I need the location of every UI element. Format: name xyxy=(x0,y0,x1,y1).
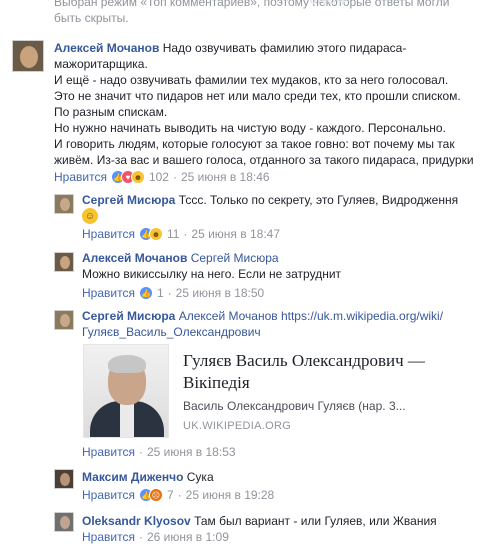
comment-text: Можно викиссылку на него. Если не затруд… xyxy=(82,267,342,281)
avatar[interactable] xyxy=(54,194,74,214)
smile-emoji-icon: ☺ xyxy=(82,208,98,224)
reactions[interactable]: 👍 ♥ ☻ xyxy=(110,170,145,184)
link-preview-title-line1: Гуляєв Василь Олександрович — xyxy=(183,351,425,370)
comment-text: Сука xyxy=(186,470,214,484)
comment-meta: Нравится 👍 1 · 25 июня в 18:50 xyxy=(82,286,265,300)
link-preview-title-line2: Вікіпедія xyxy=(183,373,250,392)
haha-reaction-icon: ☻ xyxy=(148,227,163,241)
comment-3: Алексей Мочанов Сергей Мисюра Можно вики… xyxy=(82,250,492,282)
like-reaction-icon: 👍 xyxy=(138,286,153,300)
reactions[interactable]: 👍 ☹ xyxy=(138,488,163,502)
comment-author[interactable]: Алексей Мочанов xyxy=(54,41,159,55)
haha-reaction-icon: ☻ xyxy=(130,170,145,184)
comment-meta: Нравится · 25 июня в 18:53 xyxy=(82,445,236,459)
comment-timestamp[interactable]: 25 июня в 19:28 xyxy=(186,488,275,502)
comment-text-line: Но нужно начинать выводить на чистую вод… xyxy=(54,121,446,135)
mention-link[interactable]: Алексей Мочанов xyxy=(179,309,278,323)
comment-author[interactable]: Сергей Мисюра xyxy=(82,193,175,207)
reaction-count[interactable]: 11 xyxy=(167,227,179,241)
like-button[interactable]: Нравится xyxy=(82,286,135,300)
comment-4: Сергей Мисюра Алексей Мочанов https://uk… xyxy=(82,308,497,340)
link-preview-title[interactable]: Гуляєв Василь Олександрович — Вікіпедія xyxy=(183,350,483,394)
link-preview-card[interactable]: Гуляєв Василь Олександрович — Вікіпедія … xyxy=(83,344,488,438)
comment-text-line: Надо озвучивать фамилию этого пидараса- xyxy=(162,41,407,55)
reaction-count[interactable]: 1 xyxy=(157,286,164,300)
comment-meta: Нравится 👍 ☹ 7 · 25 июня в 19:28 xyxy=(82,488,275,502)
link-preview-domain: UK.WIKIPEDIA.ORG xyxy=(183,420,292,432)
comment-text: Тссс. Только по секрету, это Гуляев, Вид… xyxy=(178,193,459,207)
comment-timestamp[interactable]: 25 июня в 18:47 xyxy=(191,227,280,241)
comment-meta: Нравится 👍 ☻ 11 · 25 июня в 18:47 xyxy=(82,227,281,241)
avatar[interactable] xyxy=(54,310,74,330)
reaction-count[interactable]: 7 xyxy=(167,488,174,502)
comment-timestamp[interactable]: 25 июня в 18:46 xyxy=(181,170,270,184)
comment-text: Там был вариант - или Гуляев, или Жвания xyxy=(194,514,437,528)
notice-line1: Выбран режим «Топ комментариев», поэтому… xyxy=(54,0,450,9)
comment-text-line: мажоритарщика. xyxy=(54,57,148,71)
link-preview-description: Василь Олександрович Гуляєв (нар. 3... xyxy=(183,399,406,413)
comment-text-line: Это не значит что пидаров нет или мало с… xyxy=(54,89,461,103)
comment-timestamp[interactable]: 25 июня в 18:50 xyxy=(176,286,265,300)
link-preview-thumbnail xyxy=(83,344,169,438)
reaction-count[interactable]: 102 xyxy=(149,170,169,184)
angry-reaction-icon: ☹ xyxy=(148,488,163,502)
comment-2: Сергей Мисюра Тссс. Только по секрету, э… xyxy=(82,192,492,208)
avatar[interactable] xyxy=(54,469,74,489)
reactions[interactable]: 👍 xyxy=(138,286,153,300)
like-button[interactable]: Нравится xyxy=(54,170,107,184)
like-button[interactable]: Нравится xyxy=(82,445,135,459)
notice-line2: быть скрыты. xyxy=(54,11,129,25)
watermark-logo: 0484 xyxy=(309,0,346,8)
comment-timestamp[interactable]: 26 июня в 1:09 xyxy=(147,530,229,544)
comment-author[interactable]: Oleksandr Klyosov xyxy=(82,514,191,528)
comment-meta: Нравится · 26 июня в 1:09 xyxy=(82,530,229,544)
url-link[interactable]: https://uk.m.wikipedia.org/wiki/ xyxy=(281,309,443,323)
top-comments-notice: Выбран режим «Топ комментариев», поэтому… xyxy=(54,0,494,26)
comment-author[interactable]: Алексей Мочанов xyxy=(82,251,187,265)
avatar[interactable] xyxy=(12,40,44,72)
comment-text-line: живём. Из-за вас и вашего голоса, отданн… xyxy=(54,153,474,167)
comment-text-line: По разным спискам. xyxy=(54,105,168,119)
comment-timestamp[interactable]: 25 июня в 18:53 xyxy=(147,445,236,459)
avatar[interactable] xyxy=(54,512,74,532)
comment-text-line: И ещё - надо озвучивать фамилии тех муда… xyxy=(54,73,449,87)
like-button[interactable]: Нравится xyxy=(82,530,135,544)
mention-link[interactable]: Сергей Мисюра xyxy=(191,251,279,265)
like-button[interactable]: Нравится xyxy=(82,488,135,502)
like-button[interactable]: Нравится xyxy=(82,227,135,241)
avatar[interactable] xyxy=(54,252,74,272)
comment-5: Максим Диженчо Сука xyxy=(82,469,492,485)
reactions[interactable]: 👍 ☻ xyxy=(138,227,163,241)
comment-1: Алексей Мочанов Надо озвучивать фамилию … xyxy=(54,40,494,168)
url-link-continued[interactable]: Гуляєв_Василь_Олександрович xyxy=(82,324,497,340)
comment-6: Oleksandr Klyosov Там был вариант - или … xyxy=(82,513,492,529)
comment-author[interactable]: Сергей Мисюра xyxy=(82,309,175,323)
comment-meta: Нравится 👍 ♥ ☻ 102 · 25 июня в 18:46 xyxy=(54,170,270,184)
comment-author[interactable]: Максим Диженчо xyxy=(82,470,183,484)
comment-text-line: И говорить людям, которые голосуют за та… xyxy=(54,137,455,151)
